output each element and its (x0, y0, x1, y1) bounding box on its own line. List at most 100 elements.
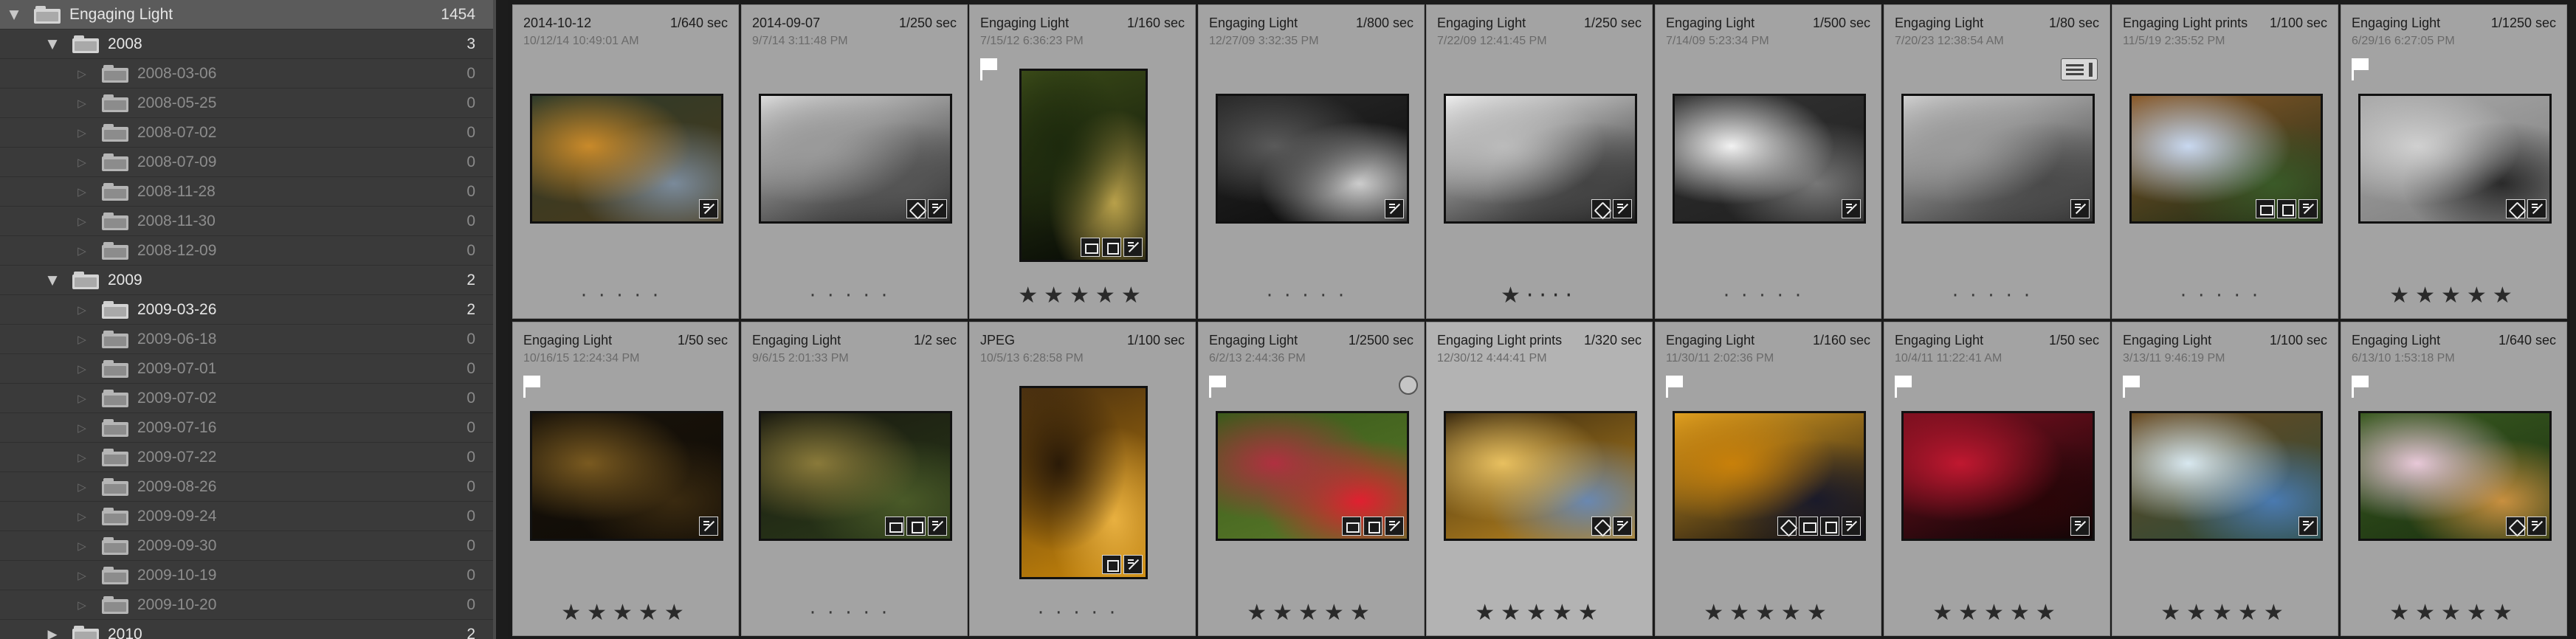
collapse-triangle-icon[interactable]: ▷ (74, 508, 90, 525)
star-rating[interactable]: ····· (2112, 281, 2338, 311)
pick-flag-icon[interactable] (1895, 376, 1914, 398)
folder-row[interactable]: ▷ 2009-07-16 0 (0, 413, 493, 443)
crop-icon[interactable] (1342, 517, 1361, 536)
collapse-triangle-icon[interactable]: ▷ (74, 302, 90, 318)
metadata-icon[interactable] (2061, 58, 2098, 80)
collapse-triangle-icon[interactable]: ▷ (74, 125, 90, 141)
photo-thumbnail[interactable] (1673, 411, 1866, 541)
folder-row[interactable]: ▷ 2008-12-09 0 (0, 236, 493, 266)
keyword-icon[interactable] (1591, 199, 1611, 218)
crop-icon[interactable] (885, 517, 904, 536)
crop-icon[interactable] (1799, 517, 1818, 536)
collapse-triangle-icon[interactable]: ▷ (74, 243, 90, 259)
star-rating[interactable]: ····· (1884, 281, 2110, 311)
photo-cell[interactable]: Engaging Light prints 1/320 sec 12/30/12 4… (1426, 322, 1653, 636)
develop-adjusted-icon[interactable] (2527, 199, 2546, 218)
photo-cell[interactable]: Engaging Light 1/800 sec 12/27/09 3:32:35 … (1198, 4, 1425, 319)
photo-thumbnail[interactable] (759, 411, 952, 541)
star-rating[interactable]: ····· (742, 598, 967, 628)
star-rating[interactable]: ★★★★★ (1656, 598, 1881, 628)
star-rating[interactable]: ★★★★★ (2341, 281, 2566, 311)
expand-triangle-icon[interactable]: ▼ (44, 272, 61, 289)
collection-icon[interactable] (1102, 555, 1121, 574)
star-rating[interactable]: ★★★★★ (2341, 598, 2566, 628)
photo-cell[interactable]: Engaging Light 1/500 sec 7/14/09 5:23:34 P… (1655, 4, 1881, 319)
photo-cell[interactable]: Engaging Light 1/250 sec 7/22/09 12:41:45 … (1426, 4, 1653, 319)
folder-row-root[interactable]: ▼ Engaging Light 1454 (0, 0, 493, 30)
star-rating[interactable]: ····· (1199, 281, 1424, 311)
star-rating[interactable]: ★···· (1427, 281, 1652, 311)
develop-adjusted-icon[interactable] (1123, 238, 1143, 257)
collapse-triangle-icon[interactable]: ▷ (74, 479, 90, 495)
photo-cell[interactable]: Engaging Light prints 1/100 sec 11/5/19 2:… (2112, 4, 2338, 319)
expand-triangle-icon[interactable]: ▼ (44, 36, 61, 52)
collapse-triangle-icon[interactable]: ▷ (74, 449, 90, 466)
folder-row[interactable]: ▷ 2009-10-19 0 (0, 561, 493, 590)
folder-row[interactable]: ▶ 2010 2 (0, 620, 493, 639)
pick-flag-icon[interactable] (523, 376, 543, 398)
photo-cell[interactable]: Engaging Light 1/100 sec 3/13/11 9:46:19 P… (2112, 322, 2338, 636)
photo-cell[interactable]: Engaging Light 1/50 sec 10/16/15 12:24:34 … (512, 322, 739, 636)
collection-icon[interactable] (906, 517, 926, 536)
photo-thumbnail[interactable] (1444, 94, 1637, 224)
photo-cell[interactable]: 2014-09-07 1/250 sec 9/7/14 3:11:48 PM ····… (741, 4, 968, 319)
pick-flag-icon[interactable] (2352, 376, 2371, 398)
star-rating[interactable]: ····· (513, 281, 738, 311)
photo-cell[interactable]: Engaging Light 1/80 sec 7/20/23 12:38:54 A… (1884, 4, 2110, 319)
collapse-triangle-icon[interactable]: ▷ (74, 567, 90, 584)
crop-icon[interactable] (2256, 199, 2275, 218)
photo-thumbnail[interactable] (759, 94, 952, 224)
photo-thumbnail[interactable] (530, 94, 723, 224)
photo-cell[interactable]: Engaging Light 1/640 sec 6/13/10 1:53:18 P… (2341, 322, 2567, 636)
develop-adjusted-icon[interactable] (2070, 517, 2090, 536)
photo-cell[interactable]: Engaging Light 1/2500 sec 6/2/13 2:44:36 P… (1198, 322, 1425, 636)
star-rating[interactable]: ····· (970, 598, 1195, 628)
develop-adjusted-icon[interactable] (699, 199, 718, 218)
photo-thumbnail[interactable] (1216, 411, 1409, 541)
folder-row[interactable]: ▷ 2009-07-01 0 (0, 354, 493, 384)
folder-row[interactable]: ▷ 2009-06-18 0 (0, 325, 493, 354)
collection-icon[interactable] (2277, 199, 2296, 218)
keyword-icon[interactable] (1591, 517, 1611, 536)
collapse-triangle-icon[interactable]: ▶ (44, 626, 61, 639)
folder-row[interactable]: ▷ 2009-09-30 0 (0, 531, 493, 561)
pick-flag-icon[interactable] (2352, 58, 2371, 80)
collapse-triangle-icon[interactable]: ▷ (74, 597, 90, 613)
star-rating[interactable]: ····· (742, 281, 967, 311)
photo-thumbnail[interactable] (2358, 94, 2552, 224)
develop-adjusted-icon[interactable] (1613, 199, 1632, 218)
expand-triangle-icon[interactable]: ▼ (6, 7, 22, 23)
folder-row[interactable]: ▷ 2009-08-26 0 (0, 472, 493, 502)
photo-cell[interactable]: Engaging Light 1/2 sec 9/6/15 2:01:33 PM ··… (741, 322, 968, 636)
photo-cell[interactable]: Engaging Light 1/50 sec 10/4/11 11:22:41 A… (1884, 322, 2110, 636)
keyword-icon[interactable] (2506, 517, 2525, 536)
folder-row[interactable]: ▷ 2008-11-28 0 (0, 177, 493, 207)
collection-icon[interactable] (1102, 238, 1121, 257)
collapse-triangle-icon[interactable]: ▷ (74, 154, 90, 170)
develop-adjusted-icon[interactable] (928, 199, 947, 218)
photo-cell[interactable]: Engaging Light 1/1250 sec 6/29/16 6:27:05 … (2341, 4, 2567, 319)
collapse-triangle-icon[interactable]: ▷ (74, 331, 90, 348)
panel-divider[interactable] (493, 0, 508, 639)
star-rating[interactable]: ★★★★★ (1199, 598, 1424, 628)
folder-row[interactable]: ▷ 2009-03-26 2 (0, 295, 493, 325)
photo-thumbnail[interactable] (1673, 94, 1866, 224)
develop-adjusted-icon[interactable] (1613, 517, 1632, 536)
folder-row[interactable]: ▷ 2008-05-25 0 (0, 89, 493, 118)
photo-cell[interactable]: Engaging Light 1/160 sec 11/30/11 2:02:36 … (1655, 322, 1881, 636)
collapse-triangle-icon[interactable]: ▷ (74, 361, 90, 377)
folder-row[interactable]: ▷ 2008-03-06 0 (0, 59, 493, 89)
keyword-icon[interactable] (906, 199, 926, 218)
photo-cell[interactable]: 2014-10-12 1/640 sec 10/12/14 10:49:01 AM ·… (512, 4, 739, 319)
develop-adjusted-icon[interactable] (1842, 517, 1861, 536)
photo-cell[interactable]: Engaging Light 1/160 sec 7/15/12 6:36:23 P… (969, 4, 1196, 319)
photo-thumbnail[interactable] (1444, 411, 1637, 541)
develop-adjusted-icon[interactable] (699, 517, 718, 536)
pick-flag-icon[interactable] (1666, 376, 1685, 398)
pick-flag-icon[interactable] (980, 58, 999, 80)
collection-icon[interactable] (1820, 517, 1839, 536)
folder-row[interactable]: ▼ 2008 3 (0, 30, 493, 59)
star-rating[interactable]: ★★★★★ (2112, 598, 2338, 628)
folder-row[interactable]: ▼ 2009 2 (0, 266, 493, 295)
collapse-triangle-icon[interactable]: ▷ (74, 95, 90, 111)
